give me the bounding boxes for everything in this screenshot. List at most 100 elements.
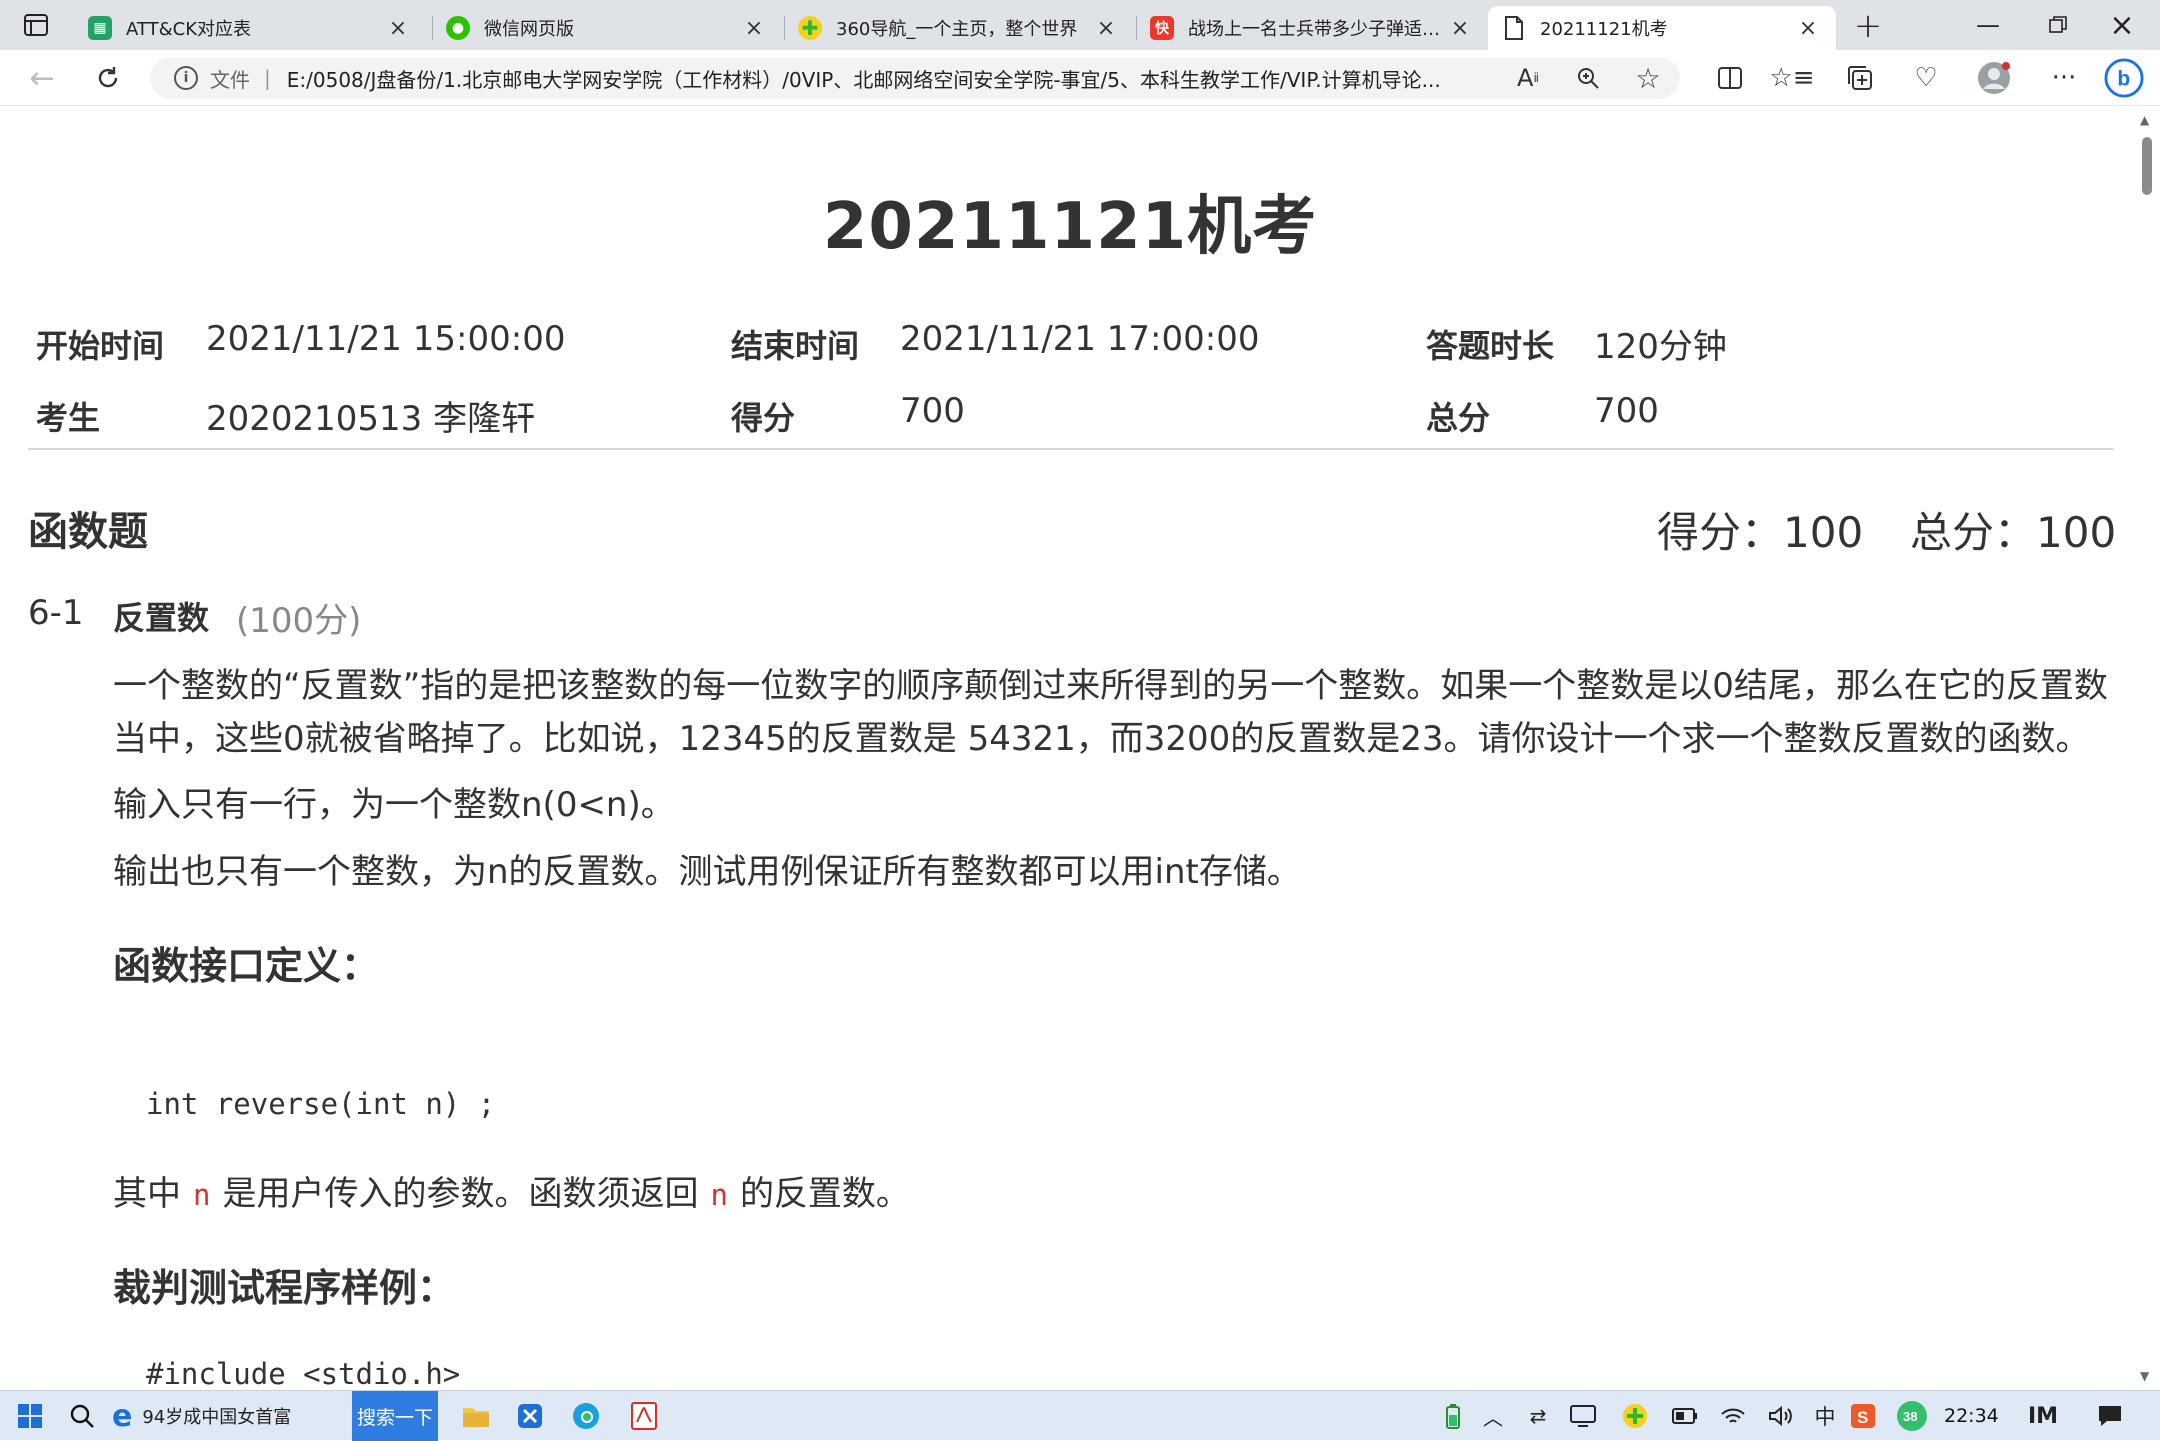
question-description: 一个整数的“反置数”指的是把该整数的每一位数字的顺序颠倒过来所得到的另一个整数。… <box>113 660 2123 766</box>
edge-icon[interactable] <box>566 1391 606 1441</box>
param-variable: n <box>193 1178 211 1212</box>
close-icon[interactable]: × <box>1446 14 1474 42</box>
favorites-icon[interactable]: ☆≡ <box>1769 58 1814 98</box>
question-number: 6-1 <box>28 593 84 633</box>
page-scrollbar[interactable]: ▲ ▼ <box>2134 107 2160 1390</box>
app-tray-icon[interactable]: IM <box>2026 1391 2060 1441</box>
file-explorer-icon[interactable] <box>456 1391 496 1441</box>
divider <box>28 448 2114 450</box>
browser-essentials-icon[interactable]: ♡ <box>1906 58 1946 98</box>
address-bar[interactable]: i 文件 | E:/0508/J盘备份/1.北京邮电大学网安学院（工作材料）/0… <box>150 57 1680 99</box>
tab-attck[interactable]: ▦ ATT&CK对应表 × <box>74 6 426 50</box>
sogou-ime-icon[interactable]: S <box>1846 1391 1880 1441</box>
close-icon[interactable]: × <box>1794 14 1822 42</box>
start-time-value: 2021/11/21 15:00:00 <box>206 319 566 359</box>
switch-icon[interactable]: ⇄ <box>1522 1391 1554 1441</box>
scroll-down-icon[interactable]: ▼ <box>2140 1369 2149 1383</box>
description-line: 当中，这些0就被省略掉了。比如说，12345的反置数是 54321，而3200的… <box>113 719 2090 759</box>
total-value: 700 <box>1594 391 1659 431</box>
new-tab-button[interactable]: + <box>1846 6 1890 46</box>
duration-label: 答题时长 <box>1426 327 1555 365</box>
close-icon[interactable]: × <box>740 14 768 42</box>
tab-360[interactable]: ✚ 360导航_一个主页，整个世界 × <box>784 6 1134 50</box>
battery-icon[interactable] <box>1668 1391 1702 1441</box>
restore-button[interactable] <box>2030 0 2086 50</box>
bing-copilot-icon[interactable]: b <box>2104 58 2144 98</box>
volume-icon[interactable] <box>1764 1391 1798 1441</box>
tab-title: ATT&CK对应表 <box>126 19 251 40</box>
wechat-icon: ● <box>446 16 470 40</box>
address-url[interactable]: E:/0508/J盘备份/1.北京邮电大学网安学院（工作材料）/0VIP、北邮网… <box>287 64 1467 93</box>
wifi-icon[interactable] <box>1716 1391 1750 1441</box>
scroll-up-icon[interactable]: ▲ <box>2140 113 2149 127</box>
question-title: 反置数 <box>113 599 210 637</box>
param-text: 是用户传入的参数。函数须返回 <box>222 1174 699 1214</box>
tab-exam[interactable]: 20211121机考 × <box>1488 6 1836 50</box>
scrollbar-thumb[interactable] <box>2142 137 2152 195</box>
tab-strip: ▦ ATT&CK对应表 × ● 微信网页版 × ✚ 360导航_一个主页，整个世… <box>0 0 2160 50</box>
back-button[interactable]: ← <box>22 58 62 98</box>
ime-indicator[interactable]: 中 <box>1808 1391 1842 1441</box>
split-screen-icon[interactable] <box>1710 58 1750 98</box>
read-aloud-icon[interactable]: Aⅱ <box>1508 58 1548 98</box>
minimize-button[interactable]: — <box>1960 0 2016 50</box>
app-icon[interactable] <box>510 1391 550 1441</box>
student-value: 2020210513 李隆轩 <box>206 399 536 439</box>
360-tray-icon[interactable] <box>1618 1391 1652 1441</box>
section-score: 得分：100 <box>1657 508 1864 557</box>
score-value: 700 <box>900 391 965 431</box>
tab-actions-icon <box>24 14 48 36</box>
score-label: 得分 <box>731 399 796 437</box>
section-total: 总分：100 <box>1910 508 2117 557</box>
input-description: 输入只有一行，为一个整数n(0<n)。 <box>113 785 675 825</box>
taskbar-search-button[interactable]: 搜索一下 <box>352 1391 438 1441</box>
interface-heading: 函数接口定义： <box>113 944 380 988</box>
collections-icon[interactable] <box>1840 58 1880 98</box>
interface-code: int reverse(int n) ; <box>146 1087 496 1121</box>
sample-heading: 裁判测试程序样例： <box>113 1266 456 1310</box>
taskbar-clock[interactable]: 22:34 <box>1944 1391 1999 1441</box>
tab-actions-button[interactable] <box>12 7 60 43</box>
start-time-label: 开始时间 <box>36 327 165 365</box>
favorite-star-icon[interactable]: ☆ <box>1628 58 1668 98</box>
description-line: 一个整数的“反置数”指的是把该整数的每一位数字的顺序颠倒过来所得到的另一个整数。… <box>113 666 2108 706</box>
page-content: 20211121机考 开始时间 2021/11/21 15:00:00 结束时间… <box>6 107 2134 1390</box>
tab-wechat[interactable]: ● 微信网页版 × <box>432 6 782 50</box>
close-icon[interactable]: × <box>384 14 412 42</box>
taskbar-news[interactable]: e 94岁成中国女首富 <box>112 1391 291 1441</box>
address-scheme: 文件 <box>210 67 250 92</box>
close-window-button[interactable]: × <box>2094 0 2150 50</box>
chevron-up-icon[interactable]: ︿ <box>1478 1391 1508 1441</box>
refresh-icon <box>98 67 118 88</box>
notification-icon[interactable] <box>2092 1391 2128 1441</box>
news-headline: 94岁成中国女首富 <box>142 1407 292 1428</box>
browser-toolbar: ← i 文件 | E:/0508/J盘备份/1.北京邮电大学网安学院（工作材料）… <box>0 50 2160 106</box>
tab-zhihu[interactable]: 快 战场上一名士兵带多少子弹适合? × <box>1136 6 1488 50</box>
info-icon[interactable]: i <box>174 66 198 90</box>
param-variable: n <box>710 1178 728 1212</box>
profile-avatar[interactable] <box>1974 58 2014 98</box>
svg-text:S: S <box>1857 1408 1868 1427</box>
zhihu-icon: 快 <box>1150 16 1174 40</box>
close-icon[interactable]: × <box>1092 14 1120 42</box>
display-icon[interactable] <box>1566 1391 1600 1441</box>
exam-title: 20211121机考 <box>822 190 1318 264</box>
battery-tool-icon[interactable] <box>1438 1391 1468 1441</box>
svg-text:38: 38 <box>1903 1409 1917 1424</box>
end-time-value: 2021/11/21 17:00:00 <box>900 319 1260 359</box>
refresh-button[interactable] <box>88 58 128 98</box>
duration-value: 120分钟 <box>1594 327 1727 367</box>
file-icon <box>1502 16 1526 40</box>
more-menu-icon[interactable]: ··· <box>2044 58 2084 98</box>
pdf-reader-icon[interactable] <box>624 1391 664 1441</box>
search-icon[interactable] <box>62 1391 102 1441</box>
security-tray-icon[interactable]: 38 <box>1894 1391 1930 1441</box>
ie-icon: e <box>112 1398 133 1434</box>
tab-title: 360导航_一个主页，整个世界 <box>836 19 1078 40</box>
svg-text:b: b <box>2117 68 2130 91</box>
restore-icon <box>2049 16 2067 33</box>
zoom-icon[interactable] <box>1568 58 1608 98</box>
taskbar: e 94岁成中国女首富 搜索一下 ︿ ⇄ 中 S 38 22:34 IM <box>0 1390 2160 1441</box>
windows-start-icon[interactable] <box>10 1391 50 1441</box>
360-icon: ✚ <box>798 16 822 40</box>
